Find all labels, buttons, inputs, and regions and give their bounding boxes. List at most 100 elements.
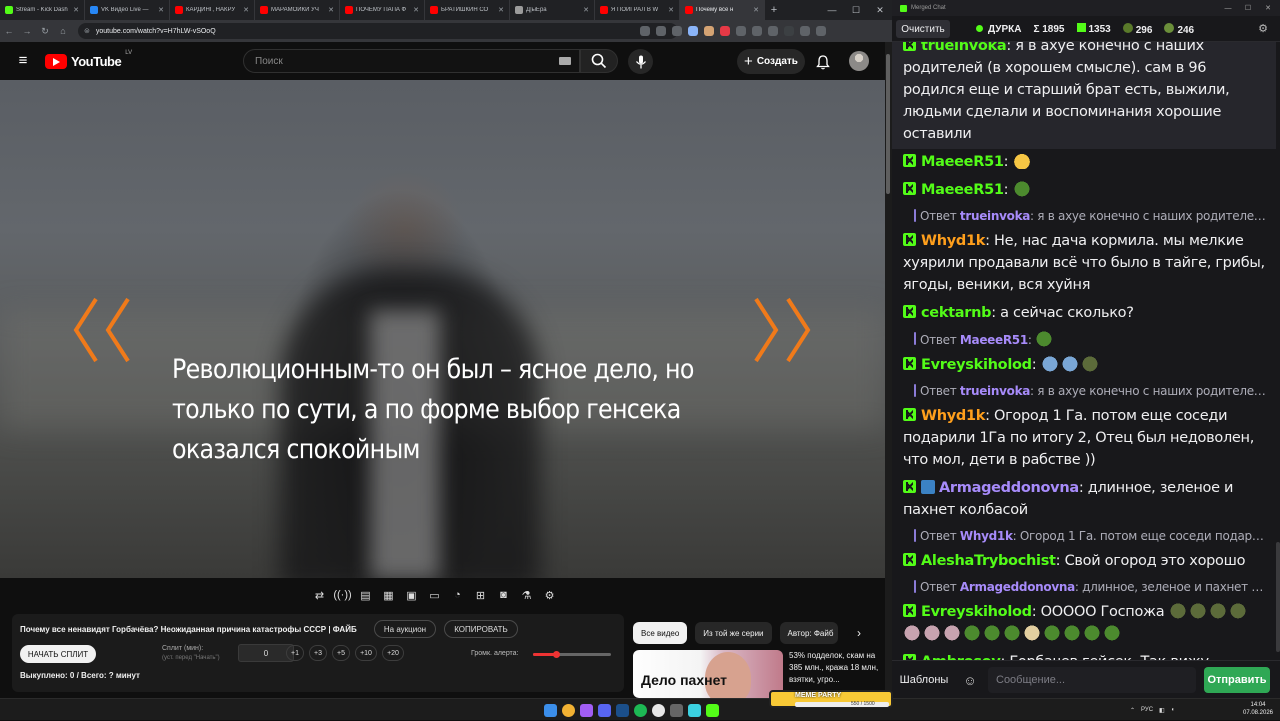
- camera-icon[interactable]: ◙: [494, 586, 513, 605]
- new-tab-icon[interactable]: +: [765, 0, 783, 20]
- screenshot-settings-icon[interactable]: ▤: [356, 586, 375, 605]
- tab-close-icon[interactable]: ✕: [413, 6, 419, 14]
- extension-icon[interactable]: [720, 26, 730, 36]
- scrollbar-thumb[interactable]: [886, 54, 890, 194]
- message-input[interactable]: [988, 667, 1196, 693]
- profile-icon[interactable]: [784, 26, 794, 36]
- forward-icon[interactable]: →: [18, 20, 36, 42]
- bookmark-star-icon[interactable]: [672, 26, 682, 36]
- volume-knob[interactable]: [553, 651, 561, 658]
- browser-tab[interactable]: Д|ыЁра ✕: [510, 0, 595, 20]
- system-clock[interactable]: 14:04 07.08.2026: [1238, 701, 1278, 717]
- start-split-button[interactable]: НАЧАТЬ СПЛИТ: [20, 645, 96, 663]
- film-icon[interactable]: ▭: [425, 586, 444, 605]
- chrome-icon[interactable]: [562, 703, 575, 717]
- increment-button[interactable]: +3: [309, 645, 327, 661]
- app-icon[interactable]: [670, 703, 683, 717]
- hamburger-menu-icon[interactable]: ≡: [14, 52, 32, 70]
- extension-icon[interactable]: [688, 26, 698, 36]
- chat-username[interactable]: cektarnb: [921, 305, 992, 321]
- tab-close-icon[interactable]: ✕: [158, 6, 164, 14]
- language-indicator[interactable]: РУС: [1141, 707, 1153, 713]
- chat-username[interactable]: Evreyskiholod: [921, 604, 1032, 620]
- create-button[interactable]: + Создать: [737, 49, 805, 74]
- scrollbar-thumb[interactable]: [1276, 542, 1280, 652]
- increment-button[interactable]: +1: [286, 645, 304, 661]
- close-icon[interactable]: ✕: [1258, 0, 1278, 16]
- browser-tab[interactable]: Я ПОИГРАЛ В W ✕: [595, 0, 680, 20]
- chat-settings-icon[interactable]: ⚙: [1258, 22, 1268, 35]
- keyboard-icon[interactable]: [559, 57, 571, 65]
- browser-tab[interactable]: КАРДИНГ, НАКРУ ✕: [170, 0, 255, 20]
- templates-button[interactable]: Шаблоны: [898, 670, 950, 690]
- increment-button[interactable]: +5: [332, 645, 350, 661]
- reply-username[interactable]: MaeeeR51: [960, 333, 1028, 347]
- search-button[interactable]: [580, 49, 618, 73]
- clapperboard-icon[interactable]: ▦: [379, 586, 398, 605]
- spotify-icon[interactable]: [634, 703, 647, 717]
- chat-username[interactable]: AleshaTrybochist: [921, 553, 1056, 569]
- video-player[interactable]: Революционным-то он был – ясное дело, но…: [0, 80, 885, 578]
- tab-close-icon[interactable]: ✕: [243, 6, 249, 14]
- reply-username[interactable]: Armageddonovna: [960, 580, 1075, 594]
- site-info-icon[interactable]: ⊜: [84, 27, 90, 35]
- browser-tab[interactable]: МАРАМОЙКИ УЧ ✕: [255, 0, 340, 20]
- back-icon[interactable]: ←: [0, 20, 18, 42]
- increment-button[interactable]: +20: [382, 645, 404, 661]
- network-icon[interactable]: ◧: [1159, 707, 1165, 714]
- tab-close-icon[interactable]: ✕: [498, 6, 504, 14]
- browser-tab[interactable]: VK Видео Live — ✕: [85, 0, 170, 20]
- chat-username[interactable]: MaeeeR51: [921, 182, 1004, 198]
- copy-button[interactable]: КОПИРОВАТЬ: [444, 620, 518, 638]
- tab-close-icon[interactable]: ✕: [73, 6, 79, 14]
- reload-icon[interactable]: ↻: [36, 20, 54, 42]
- discord-icon[interactable]: [598, 703, 611, 717]
- extensions-puzzle-icon[interactable]: [752, 26, 762, 36]
- clear-chat-button[interactable]: Очистить: [896, 20, 950, 38]
- tab-close-icon[interactable]: ✕: [328, 6, 334, 14]
- chat-username[interactable]: Armageddonovna: [939, 480, 1079, 496]
- emoji-icon[interactable]: ☺: [960, 670, 980, 690]
- chip-all-videos[interactable]: Все видео: [633, 622, 688, 644]
- maximize-icon[interactable]: ☐: [844, 0, 868, 20]
- chip-same-series[interactable]: Из той же серии: [695, 622, 772, 644]
- chevron-right-icon[interactable]: ›: [850, 624, 868, 642]
- tab-close-icon[interactable]: ✕: [583, 6, 589, 14]
- related-video-thumbnail[interactable]: Дело пахнет: [633, 650, 783, 698]
- sidebar-icon[interactable]: [800, 26, 810, 36]
- chat-username[interactable]: Whyd1k: [921, 233, 985, 249]
- speed-gauge-icon[interactable]: ◔: [448, 586, 467, 605]
- broadcast-icon[interactable]: ((·)): [333, 586, 352, 605]
- alert-volume-slider[interactable]: [533, 651, 611, 658]
- tab-close-icon[interactable]: ✕: [668, 6, 674, 14]
- steam-icon[interactable]: [616, 703, 629, 717]
- translate-icon[interactable]: [656, 26, 666, 36]
- browser-tab[interactable]: Stream - Kick Dash ✕: [0, 0, 85, 20]
- auction-button[interactable]: На аукцион: [374, 620, 436, 638]
- app-icon[interactable]: [688, 703, 701, 717]
- merged-chat-app-icon[interactable]: [706, 703, 719, 717]
- download-icon[interactable]: [768, 26, 778, 36]
- volume-icon[interactable]: ◖: [1171, 707, 1175, 713]
- browser-tab[interactable]: ПОЧЕМУ ПАПА Ф ✕: [340, 0, 425, 20]
- browser-tab[interactable]: БРАТИШКИН СО ✕: [425, 0, 510, 20]
- tab-close-icon[interactable]: ✕: [753, 6, 759, 14]
- url-field[interactable]: ⊜ youtube.com/watch?v=H7hLW-vSOoQ: [78, 23, 678, 39]
- picture-in-picture-icon[interactable]: ▣: [402, 586, 421, 605]
- home-icon[interactable]: ⌂: [54, 20, 72, 42]
- zoom-icon[interactable]: [640, 26, 650, 36]
- account-avatar[interactable]: [849, 51, 869, 71]
- extension-icon[interactable]: [736, 26, 746, 36]
- close-window-icon[interactable]: ✕: [868, 0, 892, 20]
- add-box-icon[interactable]: ⊞: [471, 586, 490, 605]
- chat-username[interactable]: Whyd1k: [921, 408, 985, 424]
- increment-button[interactable]: +10: [355, 645, 377, 661]
- menu-dots-icon[interactable]: [816, 26, 826, 36]
- voice-search-button[interactable]: [628, 49, 653, 74]
- windows-start-icon[interactable]: [544, 703, 557, 717]
- related-video-title[interactable]: 53% подделок, скам на 385 млн., кража 18…: [789, 650, 879, 686]
- chat-username[interactable]: Evreyskiholod: [921, 357, 1032, 373]
- youtube-logo[interactable]: YouTube LV: [45, 50, 132, 70]
- minimize-icon[interactable]: —: [820, 0, 844, 20]
- extension-icon[interactable]: [704, 26, 714, 36]
